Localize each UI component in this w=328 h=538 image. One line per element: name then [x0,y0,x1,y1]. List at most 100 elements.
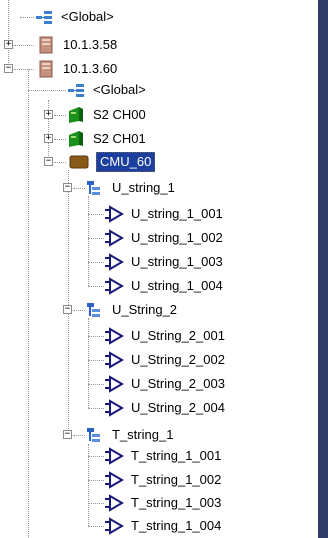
tree-node-label: U_string_1_001 [131,206,223,221]
tree-node-label: T_string_1_003 [131,495,222,510]
signal-icon [105,447,124,465]
tree-line [88,384,104,385]
tree-node-label: T_string_1_001 [131,448,222,463]
tree-node-label: <Global> [93,82,146,97]
tree-line [73,435,85,436]
tree-line [14,69,34,70]
tree-line [54,139,66,140]
tree-node-item[interactable]: T_string_1_004 [104,515,224,537]
tree-node-label: U_string_1 [112,180,175,195]
tree-node-s2-ch00[interactable]: S2 CH00 [66,104,149,126]
collapse-toggle[interactable]: − [44,157,53,166]
tree-node-label: U_String_2 [112,302,178,317]
module-icon [69,155,89,169]
collapse-toggle[interactable]: − [63,430,72,439]
tree-node-label: T_string_1_002 [131,472,222,487]
network-icon [68,84,84,97]
tree-line [8,0,9,69]
tree-node-label: <Global> [61,9,114,24]
tree-line [88,286,104,287]
tree-node-item[interactable]: U_string_1_003 [104,251,226,273]
tree-line [54,162,66,163]
tree-line [14,45,34,46]
tree-line [28,69,29,538]
tree-node-item[interactable]: U_String_2_002 [104,349,228,371]
tree-node-label: U_String_2_003 [131,376,225,391]
server-icon [39,36,53,54]
tree-node-label-selected: CMU_60 [96,152,156,172]
signal-icon [105,375,124,393]
tree-node-label: T_string_1 [112,427,174,442]
tree-line [73,188,85,189]
tree-line [88,503,104,504]
tree-line [20,17,34,18]
tree-line [88,336,104,337]
signal-icon [105,253,124,271]
signal-icon [105,229,124,247]
string-group-icon [87,181,100,195]
tree-node-item[interactable]: U_string_1_004 [104,275,226,297]
tree-line [88,456,104,457]
tree-line [88,262,104,263]
signal-icon [105,277,124,295]
expand-toggle[interactable]: + [44,110,53,119]
signal-icon [105,517,124,535]
tree-node-item[interactable]: U_String_2_001 [104,325,228,347]
tree-node-item[interactable]: U_String_2_004 [104,397,228,419]
tree-node-item[interactable]: U_string_1_001 [104,203,226,225]
network-icon [36,11,52,24]
signal-icon [105,471,124,489]
tree-node-global-child[interactable]: <Global> [66,79,149,101]
string-group-icon [87,303,100,317]
tree-node-label: 10.1.3.60 [63,61,118,76]
server-icon [39,60,53,78]
tree-node-label: S2 CH00 [93,107,146,122]
tree-node-item[interactable]: T_string_1_003 [104,492,224,514]
tree-node-host-60[interactable]: 10.1.3.60 [36,58,120,80]
tree-line [88,480,104,481]
tree-node-host-58[interactable]: 10.1.3.58 [36,34,120,56]
tree-line [88,196,89,286]
tree-node-group[interactable]: T_string_1 [85,424,176,446]
tree-node-label: U_string_1_004 [131,278,223,293]
card-icon [69,107,83,123]
tree-node-cmu-60[interactable]: CMU_60 [66,151,156,173]
expand-toggle[interactable]: + [44,134,53,143]
tree-node-item[interactable]: U_String_2_003 [104,373,228,395]
tree-node-label: U_String_2_002 [131,352,225,367]
collapse-toggle[interactable]: − [63,305,72,314]
expand-toggle[interactable]: + [4,40,13,49]
tree-line [68,170,69,435]
tree-node-item[interactable]: U_string_1_002 [104,227,226,249]
card-icon [69,131,83,147]
tree-node-group[interactable]: U_String_2 [85,299,180,321]
string-group-icon [87,428,100,442]
window-edge [318,0,328,538]
signal-icon [105,399,124,417]
signal-icon [105,327,124,345]
tree-line [88,318,89,408]
tree-line [88,526,104,527]
tree-line [54,115,66,116]
tree-node-label: U_string_1_003 [131,254,223,269]
tree-node-label: U_string_1_002 [131,230,223,245]
tree-line [28,90,66,91]
tree-line [88,214,104,215]
tree-node-item[interactable]: T_string_1_001 [104,445,224,467]
collapse-toggle[interactable]: − [63,183,72,192]
tree-node-global[interactable]: <Global> [34,6,117,28]
tree-node-label: S2 CH01 [93,131,146,146]
collapse-toggle[interactable]: − [4,64,13,73]
tree-line [73,310,85,311]
tree-line [88,408,104,409]
signal-icon [105,205,124,223]
tree-node-group[interactable]: U_string_1 [85,177,178,199]
tree-node-item[interactable]: T_string_1_002 [104,469,224,491]
tree-node-label: T_string_1_004 [131,518,222,533]
tree-node-label: 10.1.3.58 [63,37,118,52]
tree-node-label: U_String_2_004 [131,400,225,415]
signal-icon [105,351,124,369]
tree-node-s2-ch01[interactable]: S2 CH01 [66,128,149,150]
device-tree[interactable]: <Global> + 10.1.3.58 − 10.1.3.60 <Global… [0,0,318,538]
tree-line [88,360,104,361]
